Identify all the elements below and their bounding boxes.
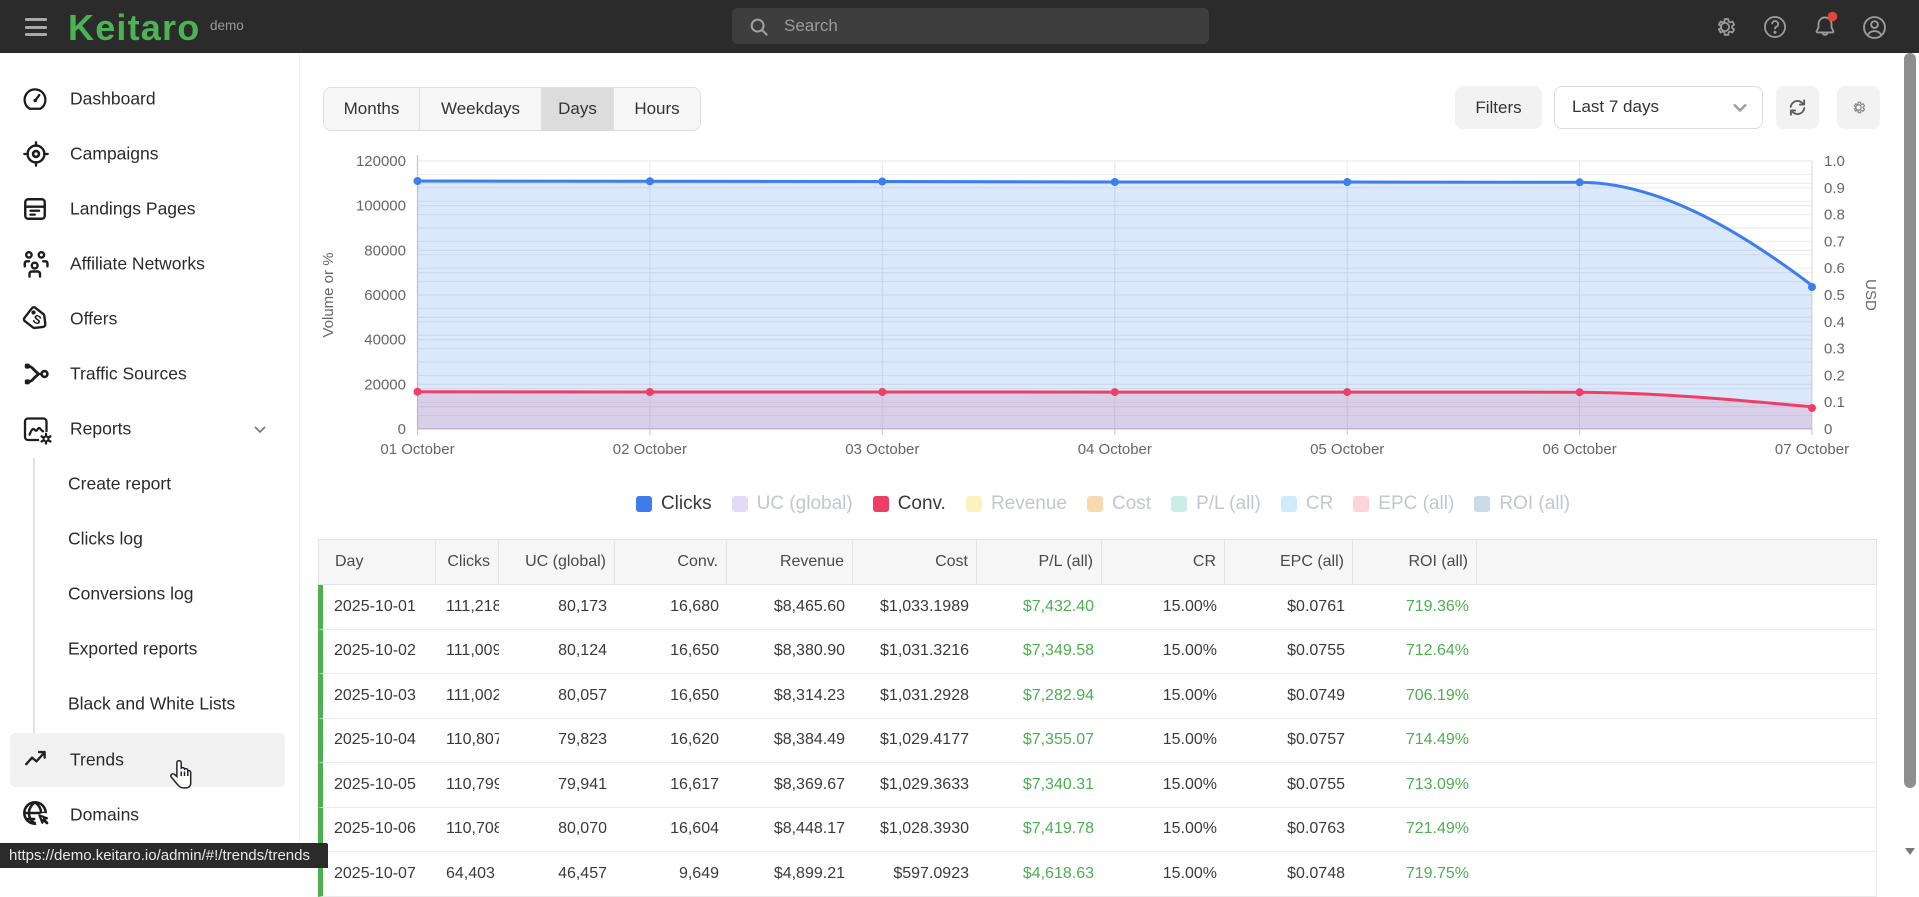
svg-text:USD: USD [1862,279,1879,311]
svg-text:1.0: 1.0 [1824,153,1845,170]
svg-text:0.5: 0.5 [1824,287,1845,304]
svg-text:0: 0 [398,421,406,438]
svg-text:0.4: 0.4 [1824,314,1845,331]
svg-text:0.7: 0.7 [1824,233,1845,250]
svg-text:120000: 120000 [356,153,406,170]
svg-text:Volume or %: Volume or % [320,252,337,337]
svg-text:03 October: 03 October [845,441,919,458]
svg-text:0: 0 [1824,421,1832,438]
svg-text:02 October: 02 October [613,441,687,458]
svg-text:100000: 100000 [356,198,406,215]
svg-text:04 October: 04 October [1078,441,1152,458]
svg-text:01 October: 01 October [380,441,454,458]
svg-text:20000: 20000 [364,376,406,393]
svg-text:05 October: 05 October [1310,441,1384,458]
svg-text:0.2: 0.2 [1824,367,1845,384]
svg-text:40000: 40000 [364,332,406,349]
svg-text:0.9: 0.9 [1824,180,1845,197]
svg-text:0.8: 0.8 [1824,207,1845,224]
svg-text:80000: 80000 [364,242,406,259]
svg-text:07 October: 07 October [1775,441,1849,458]
svg-text:0.6: 0.6 [1824,260,1845,277]
svg-text:06 October: 06 October [1542,441,1616,458]
svg-text:0.1: 0.1 [1824,394,1845,411]
svg-text:60000: 60000 [364,287,406,304]
svg-text:0.3: 0.3 [1824,341,1845,358]
